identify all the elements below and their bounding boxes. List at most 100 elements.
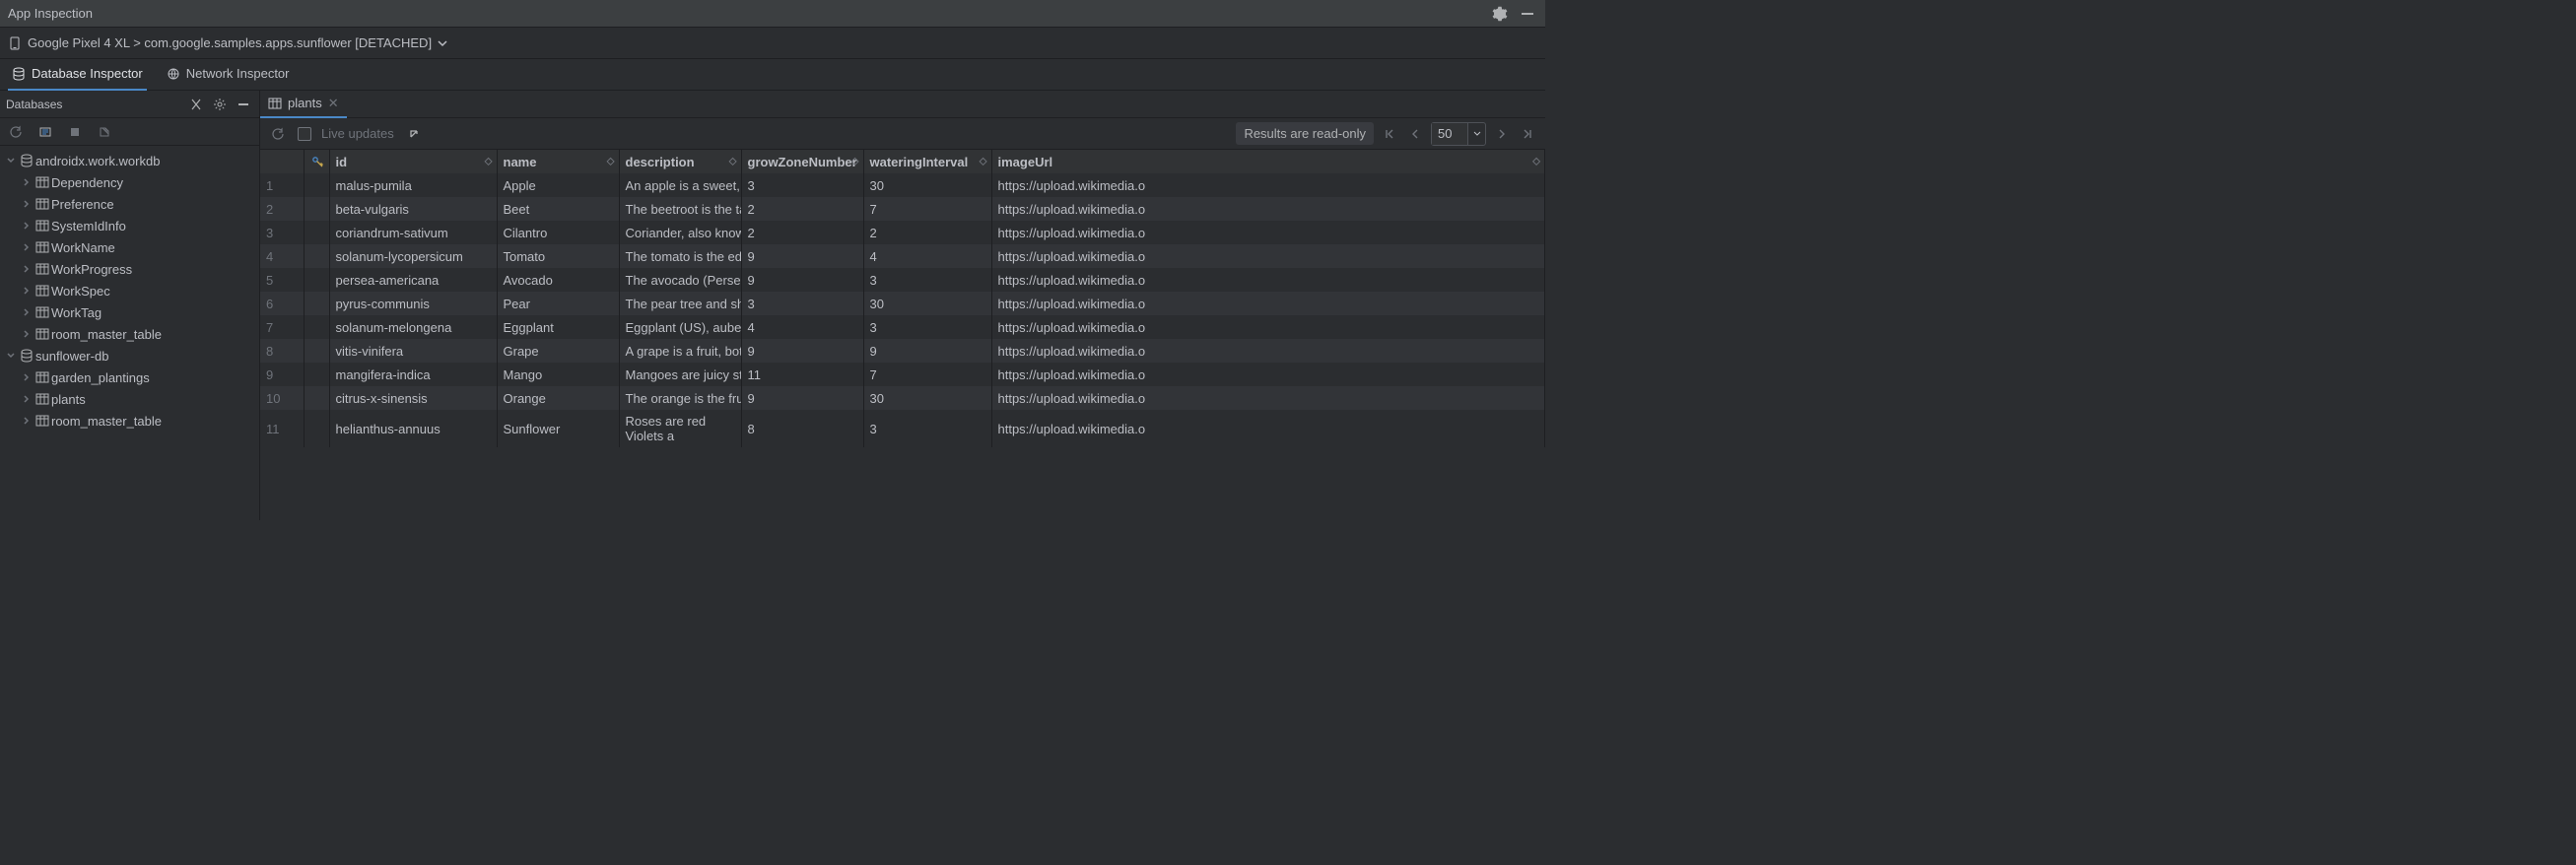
cell-id[interactable]: malus-pumila bbox=[329, 173, 497, 197]
tree-table[interactable]: Preference bbox=[0, 193, 259, 215]
tree-table[interactable]: WorkName bbox=[0, 236, 259, 258]
cell-name[interactable]: Beet bbox=[497, 197, 619, 221]
cell-growzonenumber[interactable]: 9 bbox=[741, 339, 863, 363]
cell-name[interactable]: Orange bbox=[497, 386, 619, 410]
cell-growzonenumber[interactable]: 11 bbox=[741, 363, 863, 386]
col-imageurl[interactable]: imageUrl◇ bbox=[991, 150, 1545, 173]
table-row[interactable]: 6pyrus-communisPearThe pear tree and shr… bbox=[260, 292, 1545, 315]
cell-growzonenumber[interactable]: 9 bbox=[741, 244, 863, 268]
cell-imageurl[interactable]: https://upload.wikimedia.o bbox=[991, 339, 1545, 363]
cell-description[interactable]: Mangoes are juicy stone fr bbox=[619, 363, 741, 386]
cell-description[interactable]: The beetroot is the taproo bbox=[619, 197, 741, 221]
cell-imageurl[interactable]: https://upload.wikimedia.o bbox=[991, 292, 1545, 315]
cell-imageurl[interactable]: https://upload.wikimedia.o bbox=[991, 244, 1545, 268]
export-icon[interactable] bbox=[95, 122, 114, 142]
tree-db[interactable]: androidx.work.workdb bbox=[0, 150, 259, 171]
cell-id[interactable]: vitis-vinifera bbox=[329, 339, 497, 363]
cell-name[interactable]: Sunflower bbox=[497, 410, 619, 447]
cell-name[interactable]: Apple bbox=[497, 173, 619, 197]
next-page-icon[interactable] bbox=[1492, 124, 1512, 144]
new-query-icon[interactable] bbox=[35, 122, 55, 142]
cell-growzonenumber[interactable]: 3 bbox=[741, 292, 863, 315]
cell-growzonenumber[interactable]: 8 bbox=[741, 410, 863, 447]
table-row[interactable]: 4solanum-lycopersicumTomatoThe tomato is… bbox=[260, 244, 1545, 268]
cell-id[interactable]: mangifera-indica bbox=[329, 363, 497, 386]
cell-growzonenumber[interactable]: 2 bbox=[741, 197, 863, 221]
cell-description[interactable]: Coriander, also known as c bbox=[619, 221, 741, 244]
table-row[interactable]: 5persea-americanaAvocadoThe avocado (Per… bbox=[260, 268, 1545, 292]
table-row[interactable]: 10citrus-x-sinensisOrangeThe orange is t… bbox=[260, 386, 1545, 410]
cell-growzonenumber[interactable]: 9 bbox=[741, 386, 863, 410]
cell-imageurl[interactable]: https://upload.wikimedia.o bbox=[991, 315, 1545, 339]
cell-id[interactable]: coriandrum-sativum bbox=[329, 221, 497, 244]
tree-table[interactable]: room_master_table bbox=[0, 323, 259, 345]
cell-wateringinterval[interactable]: 30 bbox=[863, 292, 991, 315]
cell-growzonenumber[interactable]: 4 bbox=[741, 315, 863, 339]
cell-id[interactable]: beta-vulgaris bbox=[329, 197, 497, 221]
cell-name[interactable]: Grape bbox=[497, 339, 619, 363]
cell-wateringinterval[interactable]: 7 bbox=[863, 197, 991, 221]
tree-table[interactable]: SystemIdInfo bbox=[0, 215, 259, 236]
close-icon[interactable]: ✕ bbox=[328, 96, 339, 111]
last-page-icon[interactable] bbox=[1518, 124, 1537, 144]
cell-wateringinterval[interactable]: 3 bbox=[863, 410, 991, 447]
page-size-input[interactable] bbox=[1432, 123, 1467, 145]
tree-table[interactable]: WorkTag bbox=[0, 301, 259, 323]
gear-icon[interactable] bbox=[1490, 4, 1510, 24]
cell-name[interactable]: Pear bbox=[497, 292, 619, 315]
database-tree[interactable]: androidx.work.workdbDependencyPreference… bbox=[0, 146, 259, 520]
tree-table[interactable]: plants bbox=[0, 388, 259, 410]
cell-wateringinterval[interactable]: 7 bbox=[863, 363, 991, 386]
tree-table[interactable]: room_master_table bbox=[0, 410, 259, 432]
stop-icon[interactable] bbox=[65, 122, 85, 142]
cell-growzonenumber[interactable]: 9 bbox=[741, 268, 863, 292]
cell-imageurl[interactable]: https://upload.wikimedia.o bbox=[991, 386, 1545, 410]
cell-description[interactable]: The avocado (Persea ame bbox=[619, 268, 741, 292]
col-name[interactable]: name◇ bbox=[497, 150, 619, 173]
tree-table[interactable]: garden_plantings bbox=[0, 366, 259, 388]
cell-description[interactable]: Eggplant (US), aubergine ( bbox=[619, 315, 741, 339]
cell-id[interactable]: persea-americana bbox=[329, 268, 497, 292]
cell-wateringinterval[interactable]: 4 bbox=[863, 244, 991, 268]
split-icon[interactable] bbox=[186, 95, 206, 114]
cell-imageurl[interactable]: https://upload.wikimedia.o bbox=[991, 410, 1545, 447]
col-id[interactable]: id◇ bbox=[329, 150, 497, 173]
col-pk-icon[interactable] bbox=[304, 150, 329, 173]
cell-wateringinterval[interactable]: 3 bbox=[863, 315, 991, 339]
col-growzonenumber[interactable]: growZoneNumber◇ bbox=[741, 150, 863, 173]
cell-name[interactable]: Avocado bbox=[497, 268, 619, 292]
col-description[interactable]: description◇ bbox=[619, 150, 741, 173]
cell-imageurl[interactable]: https://upload.wikimedia.o bbox=[991, 363, 1545, 386]
cell-wateringinterval[interactable]: 30 bbox=[863, 173, 991, 197]
cell-id[interactable]: helianthus-annuus bbox=[329, 410, 497, 447]
live-updates-checkbox[interactable] bbox=[298, 127, 311, 141]
cell-wateringinterval[interactable]: 2 bbox=[863, 221, 991, 244]
table-row[interactable]: 7solanum-melongenaEggplantEggplant (US),… bbox=[260, 315, 1545, 339]
table-row[interactable]: 1malus-pumilaAppleAn apple is a sweet, e… bbox=[260, 173, 1545, 197]
tree-db[interactable]: sunflower-db bbox=[0, 345, 259, 366]
table-row[interactable]: 9mangifera-indicaMangoMangoes are juicy … bbox=[260, 363, 1545, 386]
tab-network-inspector[interactable]: Network Inspector bbox=[163, 59, 294, 91]
refresh-icon[interactable] bbox=[268, 124, 288, 144]
cell-description[interactable]: An apple is a sweet, edible bbox=[619, 173, 741, 197]
cell-id[interactable]: solanum-lycopersicum bbox=[329, 244, 497, 268]
cell-name[interactable]: Cilantro bbox=[497, 221, 619, 244]
cell-name[interactable]: Eggplant bbox=[497, 315, 619, 339]
cell-id[interactable]: pyrus-communis bbox=[329, 292, 497, 315]
cell-wateringinterval[interactable]: 3 bbox=[863, 268, 991, 292]
cell-description[interactable]: The orange is the fruit of t bbox=[619, 386, 741, 410]
table-row[interactable]: 2 beta-vulgarisBeetThe beetroot is the ta… bbox=[260, 197, 1545, 221]
cell-growzonenumber[interactable]: 3 bbox=[741, 173, 863, 197]
cell-imageurl[interactable]: https://upload.wikimedia.o bbox=[991, 221, 1545, 244]
cell-growzonenumber[interactable]: 2 bbox=[741, 221, 863, 244]
results-table[interactable]: id◇ name◇ description◇ growZoneNumber◇ w… bbox=[260, 150, 1545, 520]
cell-id[interactable]: solanum-melongena bbox=[329, 315, 497, 339]
tree-table[interactable]: WorkProgress bbox=[0, 258, 259, 280]
col-wateringinterval[interactable]: wateringInterval◇ bbox=[863, 150, 991, 173]
device-select[interactable]: Google Pixel 4 XL > com.google.samples.a… bbox=[8, 35, 447, 50]
page-size-dropdown[interactable] bbox=[1467, 123, 1485, 145]
table-row[interactable]: 3coriandrum-sativumCilantroCoriander, al… bbox=[260, 221, 1545, 244]
cell-imageurl[interactable]: https://upload.wikimedia.o bbox=[991, 173, 1545, 197]
prev-page-icon[interactable] bbox=[1405, 124, 1425, 144]
cell-description[interactable]: A grape is a fruit, botanica bbox=[619, 339, 741, 363]
